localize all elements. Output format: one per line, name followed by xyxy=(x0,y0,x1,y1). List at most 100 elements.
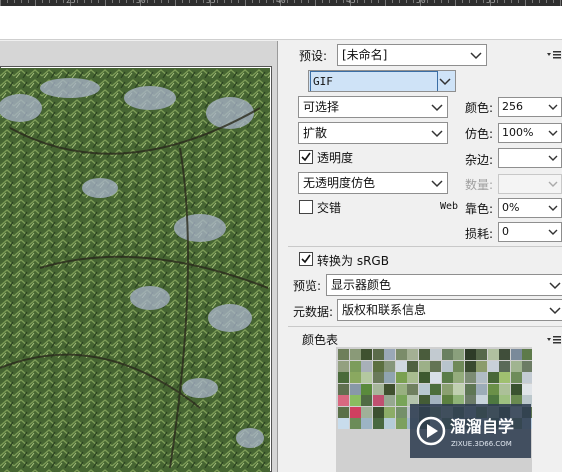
color-swatch[interactable] xyxy=(349,383,361,395)
color-swatch[interactable] xyxy=(372,360,384,372)
color-swatch[interactable] xyxy=(338,360,349,372)
color-swatch[interactable] xyxy=(384,349,395,360)
color-swatch[interactable] xyxy=(395,372,407,383)
color-swatch[interactable] xyxy=(372,395,384,406)
color-swatch[interactable] xyxy=(349,372,361,383)
color-swatch[interactable] xyxy=(395,349,407,360)
metadata-dropdown[interactable]: 版权和联系信息 xyxy=(337,299,562,321)
color-swatch[interactable] xyxy=(349,406,361,418)
color-swatch[interactable] xyxy=(361,406,372,418)
preset-dropdown[interactable]: [未命名] xyxy=(337,44,487,66)
color-swatch[interactable] xyxy=(522,372,532,383)
color-swatch[interactable] xyxy=(395,418,407,429)
color-swatch[interactable] xyxy=(338,395,349,406)
image-preview[interactable] xyxy=(0,68,270,472)
color-swatch[interactable] xyxy=(361,360,372,372)
color-swatch[interactable] xyxy=(361,395,372,406)
color-swatch[interactable] xyxy=(384,406,395,418)
color-swatch[interactable] xyxy=(499,372,510,383)
color-swatch[interactable] xyxy=(464,360,476,372)
color-swatch[interactable] xyxy=(430,372,441,383)
color-swatch[interactable] xyxy=(430,360,441,372)
color-swatch[interactable] xyxy=(361,418,372,429)
color-swatch[interactable] xyxy=(349,349,361,360)
color-swatch[interactable] xyxy=(395,406,407,418)
color-swatch[interactable] xyxy=(487,372,499,383)
color-swatch[interactable] xyxy=(476,383,487,395)
color-swatch[interactable] xyxy=(510,349,522,360)
color-swatch[interactable] xyxy=(372,349,384,360)
color-swatch[interactable] xyxy=(361,349,372,360)
color-swatch[interactable] xyxy=(441,349,453,360)
color-table-menu-icon[interactable] xyxy=(546,333,562,345)
color-swatch[interactable] xyxy=(338,406,349,418)
color-swatch[interactable] xyxy=(476,349,487,360)
lossy-input[interactable]: 0 xyxy=(498,222,562,242)
color-swatch[interactable] xyxy=(476,360,487,372)
color-swatch[interactable] xyxy=(338,372,349,383)
color-swatch[interactable] xyxy=(418,372,430,383)
color-swatch[interactable] xyxy=(395,383,407,395)
color-swatch[interactable] xyxy=(372,383,384,395)
color-swatch[interactable] xyxy=(407,383,418,395)
color-swatch[interactable] xyxy=(464,349,476,360)
convert-srgb-checkbox[interactable] xyxy=(299,252,313,266)
color-swatch[interactable] xyxy=(384,372,395,383)
color-swatch[interactable] xyxy=(418,360,430,372)
color-swatch[interactable] xyxy=(453,349,464,360)
amount-input[interactable] xyxy=(498,174,562,194)
color-swatch[interactable] xyxy=(361,372,372,383)
panel-menu-icon[interactable] xyxy=(546,48,562,60)
color-swatch[interactable] xyxy=(522,349,532,360)
colors-input[interactable]: 256 xyxy=(498,97,562,117)
color-swatch[interactable] xyxy=(407,360,418,372)
color-swatch[interactable] xyxy=(499,360,510,372)
color-swatch[interactable] xyxy=(430,349,441,360)
color-swatch[interactable] xyxy=(384,395,395,406)
color-swatch[interactable] xyxy=(510,383,522,395)
color-swatch[interactable] xyxy=(372,406,384,418)
color-swatch[interactable] xyxy=(338,383,349,395)
dither-algorithm-dropdown[interactable]: 扩散 xyxy=(298,122,448,144)
color-swatch[interactable] xyxy=(407,372,418,383)
file-format-dropdown[interactable]: GIF xyxy=(308,70,456,92)
color-swatch[interactable] xyxy=(441,360,453,372)
color-swatch[interactable] xyxy=(361,383,372,395)
color-swatch[interactable] xyxy=(453,360,464,372)
interlaced-checkbox[interactable] xyxy=(299,200,313,214)
color-swatch[interactable] xyxy=(464,372,476,383)
color-swatch[interactable] xyxy=(487,349,499,360)
color-swatch[interactable] xyxy=(522,360,532,372)
color-swatch[interactable] xyxy=(510,360,522,372)
preview-dropdown[interactable]: 显示器颜色 xyxy=(326,274,562,296)
color-swatch[interactable] xyxy=(418,349,430,360)
color-swatch[interactable] xyxy=(349,395,361,406)
color-swatch[interactable] xyxy=(487,383,499,395)
color-swatch[interactable] xyxy=(338,418,349,429)
transparency-checkbox[interactable] xyxy=(299,150,313,164)
color-swatch[interactable] xyxy=(441,372,453,383)
color-swatch[interactable] xyxy=(441,383,453,395)
color-swatch[interactable] xyxy=(372,372,384,383)
color-swatch[interactable] xyxy=(476,372,487,383)
color-swatch[interactable] xyxy=(430,383,441,395)
color-swatch[interactable] xyxy=(349,360,361,372)
color-swatch[interactable] xyxy=(464,383,476,395)
matte-dropdown[interactable] xyxy=(498,148,562,168)
color-swatch[interactable] xyxy=(487,360,499,372)
color-swatch[interactable] xyxy=(349,418,361,429)
color-swatch[interactable] xyxy=(384,418,395,429)
color-swatch[interactable] xyxy=(395,395,407,406)
color-swatch[interactable] xyxy=(453,372,464,383)
transparency-dither-dropdown[interactable]: 无透明度仿色 xyxy=(298,172,448,194)
color-swatch[interactable] xyxy=(510,372,522,383)
color-swatch[interactable] xyxy=(499,383,510,395)
color-swatch[interactable] xyxy=(338,349,349,360)
color-swatch[interactable] xyxy=(407,349,418,360)
color-swatch[interactable] xyxy=(499,349,510,360)
color-swatch[interactable] xyxy=(384,383,395,395)
color-swatch[interactable] xyxy=(372,418,384,429)
color-swatch[interactable] xyxy=(384,360,395,372)
color-swatch[interactable] xyxy=(395,360,407,372)
color-swatch[interactable] xyxy=(522,383,532,395)
